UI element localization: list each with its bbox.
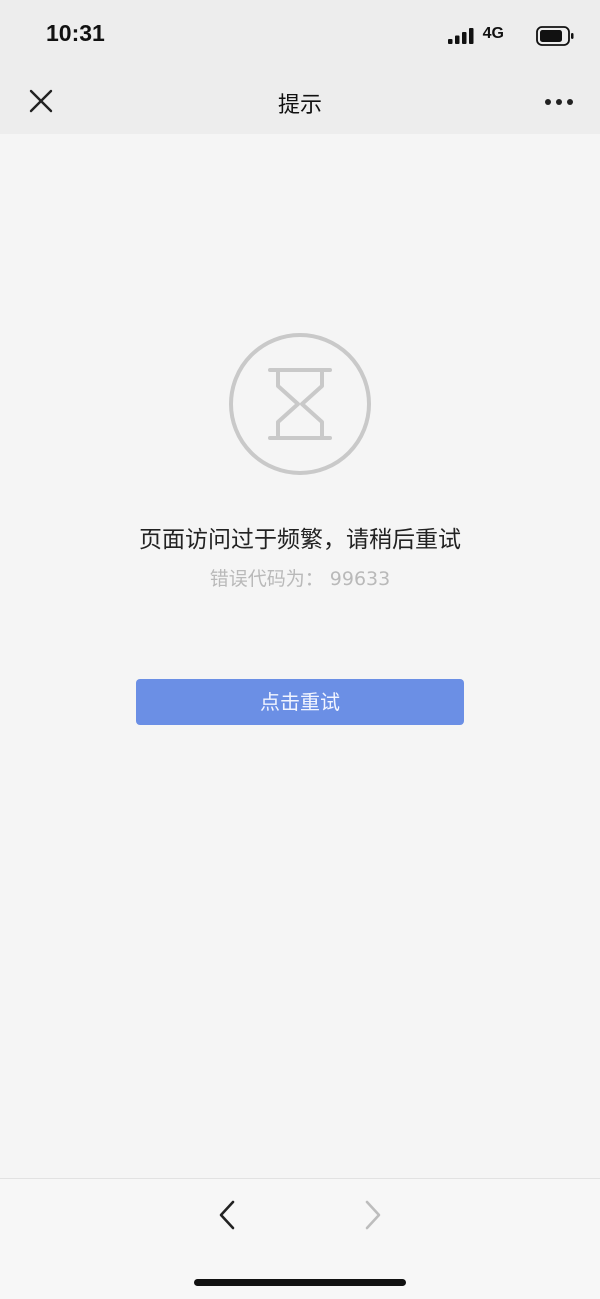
status-indicators: 4G: [434, 24, 574, 48]
retry-button[interactable]: 点击重试: [136, 679, 464, 725]
status-time: 10:31: [46, 20, 105, 46]
more-icon[interactable]: [544, 97, 574, 107]
page-title: 提示: [277, 93, 322, 118]
main-content: 页面访问过于频繁，请稍后重试 错误代码为： 99633 点击重试: [0, 134, 600, 1178]
network-label: 4G: [482, 25, 504, 42]
status-bar: 10:31 4G: [0, 0, 600, 70]
forward-icon[interactable]: [360, 1199, 386, 1231]
home-indicator[interactable]: [194, 1279, 406, 1286]
nav-bar: 提示: [0, 70, 600, 134]
error-code: 错误代码为： 99633: [209, 568, 391, 590]
hourglass-icon: [229, 333, 371, 475]
signal-icon: [448, 28, 474, 44]
browser-toolbar: [0, 1178, 600, 1299]
back-icon[interactable]: [214, 1199, 240, 1231]
error-message: 页面访问过于频繁，请稍后重试: [139, 527, 461, 553]
battery-icon: [536, 26, 574, 46]
